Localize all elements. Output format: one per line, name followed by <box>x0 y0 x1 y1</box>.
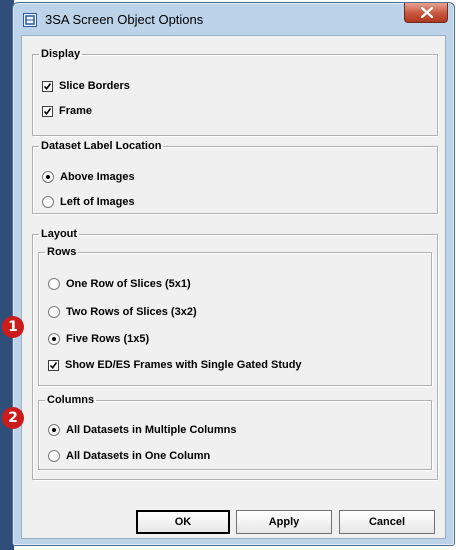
frame-label: Frame <box>59 105 93 117</box>
multiple-columns-label: All Datasets in Multiple Columns <box>66 424 237 436</box>
slice-borders-checkbox[interactable]: Slice Borders <box>42 80 130 92</box>
show-ed-es-label: Show ED/ES Frames with Single Gated Stud… <box>65 359 302 371</box>
one-column-label: All Datasets in One Column <box>66 450 211 462</box>
dataset-label-group-label: Dataset Label Location <box>41 140 162 152</box>
dialog-window: 3SA Screen Object Options Display Slice … <box>12 2 455 546</box>
multiple-columns-radio[interactable]: All Datasets in Multiple Columns <box>48 424 237 436</box>
radio-button <box>42 196 54 208</box>
radio-button <box>48 424 60 436</box>
close-icon <box>421 7 433 18</box>
five-rows-radio[interactable]: Five Rows (1x5) <box>48 333 149 345</box>
rows-group-label: Rows <box>47 246 77 258</box>
five-rows-label: Five Rows (1x5) <box>66 333 150 345</box>
cancel-button[interactable]: Cancel <box>339 510 435 534</box>
frame-checkbox[interactable]: Frame <box>42 105 92 117</box>
columns-group-label: Columns <box>47 394 95 406</box>
radio-button <box>42 171 54 183</box>
radio-button <box>48 450 60 462</box>
apply-button[interactable]: Apply <box>236 510 332 534</box>
annotation-badge-1: 1 <box>2 316 24 338</box>
left-of-images-radio[interactable]: Left of Images <box>42 196 135 208</box>
one-row-label: One Row of Slices (5x1) <box>66 278 191 290</box>
radio-button <box>48 306 60 318</box>
slice-borders-label: Slice Borders <box>59 80 130 92</box>
one-column-radio[interactable]: All Datasets in One Column <box>48 450 210 462</box>
two-rows-radio[interactable]: Two Rows of Slices (3x2) <box>48 306 197 318</box>
radio-button <box>48 278 60 290</box>
display-group: Display <box>32 48 438 136</box>
two-rows-label: Two Rows of Slices (3x2) <box>66 306 197 318</box>
display-group-label: Display <box>41 48 81 60</box>
app-icon <box>23 13 37 27</box>
title-bar[interactable]: 3SA Screen Object Options <box>13 3 454 35</box>
dialog-body: Display Slice Borders Frame Dataset Labe… <box>21 35 446 539</box>
ok-button[interactable]: OK <box>136 510 230 534</box>
layout-group-label: Layout <box>41 228 78 240</box>
show-ed-es-checkbox[interactable]: Show ED/ES Frames with Single Gated Stud… <box>48 359 302 371</box>
checkbox-box <box>42 80 53 92</box>
radio-button <box>48 333 60 345</box>
checkbox-box <box>48 359 59 371</box>
annotation-badge-2: 2 <box>2 407 24 429</box>
one-row-radio[interactable]: One Row of Slices (5x1) <box>48 278 191 290</box>
close-button[interactable] <box>404 3 448 23</box>
left-of-images-label: Left of Images <box>60 196 135 208</box>
above-images-label: Above Images <box>60 171 135 183</box>
checkbox-box <box>42 105 53 117</box>
above-images-radio[interactable]: Above Images <box>42 171 135 183</box>
window-title: 3SA Screen Object Options <box>45 12 204 27</box>
